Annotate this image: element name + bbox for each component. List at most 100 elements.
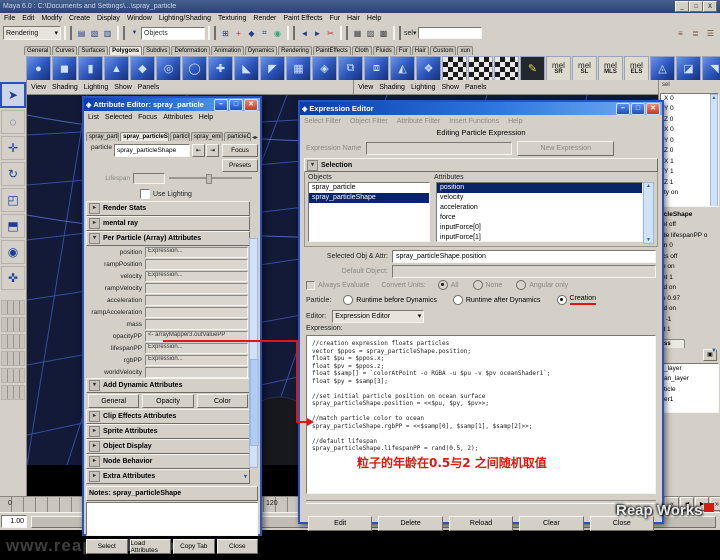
section-extra-attributes[interactable]: ▸Extra Attributes ▾: [86, 469, 250, 484]
playback-speed-field[interactable]: 1.00: [1, 515, 27, 528]
append-polygon-icon[interactable]: ◤: [260, 56, 285, 81]
ee-menu-item[interactable]: Help: [508, 118, 522, 125]
shape-attr-row[interactable]: de lifespanPP o: [659, 231, 720, 242]
layout-four-pane[interactable]: [1, 317, 25, 332]
ae-node-tab[interactable]: spray_emitter: [191, 132, 223, 141]
menu-item[interactable]: Render: [253, 15, 276, 22]
smooth-proxy-icon[interactable]: ◈: [312, 56, 337, 81]
mel-script-sl-icon[interactable]: melSL: [572, 56, 597, 81]
select-hierarchy-icon[interactable]: ▼: [128, 27, 141, 40]
render-view-icon[interactable]: [468, 56, 493, 81]
ppa-field-value[interactable]: Expression...: [145, 343, 248, 354]
ae-tab-scroll-icons[interactable]: ◂▸: [252, 134, 258, 141]
panel-menu-item[interactable]: Shading: [379, 84, 405, 91]
attribute-list-item[interactable]: acceleration: [437, 203, 642, 213]
render-globals-icon[interactable]: ▩: [377, 27, 390, 40]
textured-cube-icon[interactable]: ▦: [286, 56, 311, 81]
menu-item[interactable]: Fur: [330, 15, 341, 22]
menuset-dropdown[interactable]: Rendering▾: [3, 26, 61, 40]
shape-attr-row[interactable]: ht 1: [659, 273, 720, 284]
menu-item[interactable]: Paint Effects: [283, 15, 322, 22]
main-close-button[interactable]: X: [703, 1, 717, 12]
section-clip-effects[interactable]: ▸Clip Effects Attributes: [86, 409, 250, 424]
particle-mode-radio[interactable]: Runtime after Dynamics: [453, 295, 541, 305]
shape-attr-row[interactable]: cs off: [659, 252, 720, 263]
shape-attr-row[interactable]: t -1: [659, 315, 720, 326]
ee-maximize-button[interactable]: □: [631, 103, 645, 115]
expression-editor-titlebar[interactable]: ◈ Expression Editor – □ ✕: [300, 102, 662, 115]
ae-bottom-button[interactable]: Copy Tab: [173, 539, 215, 554]
snap-view-icon[interactable]: ⌗: [258, 27, 271, 40]
attribute-list-item[interactable]: position: [437, 183, 642, 193]
ae-menu-item[interactable]: Help: [199, 114, 213, 121]
shelf-tab[interactable]: Surfaces: [78, 46, 108, 55]
batch-render-icon[interactable]: [442, 56, 467, 81]
ae-bottom-button[interactable]: Load Attributes: [130, 539, 172, 554]
ppa-field-value[interactable]: [145, 295, 248, 306]
poly-sphere-icon[interactable]: ●: [26, 56, 51, 81]
shelf-tab[interactable]: Fluids: [373, 46, 395, 55]
selection-section-header[interactable]: ▾Selection: [304, 158, 658, 172]
ppa-field-value[interactable]: [145, 259, 248, 270]
shelf-tab[interactable]: Dynamics: [245, 46, 277, 55]
node-name-field[interactable]: spray_particleShape: [114, 144, 190, 157]
section-object-display[interactable]: ▸Object Display: [86, 439, 250, 454]
ee-minimize-button[interactable]: –: [616, 103, 630, 115]
menu-item[interactable]: Modify: [41, 15, 62, 22]
selected-attr-field[interactable]: spray_particleShape.position: [392, 250, 656, 263]
attributes-scrollbar[interactable]: ▲▼: [643, 182, 654, 244]
poly-cylinder-icon[interactable]: ▮: [78, 56, 103, 81]
add-attribute-button[interactable]: Color: [197, 394, 248, 408]
panel-menu-item[interactable]: Shading: [52, 84, 78, 91]
shelf-tab[interactable]: PaintEffects: [313, 46, 351, 55]
menu-item[interactable]: Hair: [347, 15, 360, 22]
lasso-select-tool[interactable]: ◌: [1, 110, 25, 134]
split-polygon-icon[interactable]: ✚: [208, 56, 233, 81]
shelf-tab[interactable]: Animation: [211, 46, 244, 55]
custom-tool-b-icon[interactable]: ◪: [676, 56, 701, 81]
panel-menu-item[interactable]: View: [358, 84, 373, 91]
ee-menu-item[interactable]: Attribute Filter: [397, 118, 441, 125]
attribute-editor-titlebar[interactable]: ◈ Attribute Editor: spray_particle – □ ✕: [84, 98, 260, 111]
panel-menu-item[interactable]: Show: [441, 84, 459, 91]
shape-attr-row[interactable]: el off: [659, 220, 720, 231]
shelf-tab[interactable]: Hair: [412, 46, 429, 55]
poly-plane-icon[interactable]: ◆: [130, 56, 155, 81]
snap-grid-icon[interactable]: ⊞: [219, 27, 232, 40]
ppa-field-value[interactable]: Expression...: [145, 271, 248, 282]
snap-point-icon[interactable]: ◆: [245, 27, 258, 40]
rotate-tool[interactable]: ↻: [1, 162, 25, 186]
ae-bottom-button[interactable]: Close: [217, 539, 259, 554]
ppa-field-value[interactable]: Expression...: [145, 247, 248, 258]
list-history-icon[interactable]: ⇤: [192, 144, 205, 157]
wedge-face-icon[interactable]: ◭: [390, 56, 415, 81]
shelf-tab[interactable]: xun: [457, 46, 473, 55]
attribute-list-item[interactable]: inputForce[1]: [437, 233, 642, 242]
mel-script-mls-icon[interactable]: melMLS: [598, 56, 623, 81]
ae-maximize-button[interactable]: □: [229, 99, 243, 111]
menu-item[interactable]: Window: [127, 15, 152, 22]
ee-bottom-button[interactable]: Edit: [308, 516, 372, 531]
ee-bottom-button[interactable]: Delete: [378, 516, 442, 531]
open-scene-icon[interactable]: ▧: [88, 27, 101, 40]
ae-node-tab[interactable]: particle: [170, 132, 190, 141]
construction-history-icon[interactable]: ✂: [324, 27, 337, 40]
mel-script-sr-icon[interactable]: melSR: [546, 56, 571, 81]
presets-button[interactable]: Presets: [222, 159, 258, 172]
object-list-item[interactable]: spray_particle: [309, 183, 429, 193]
shape-attr-row[interactable]: m 0: [659, 241, 720, 252]
ae-close-button[interactable]: ✕: [244, 99, 258, 111]
menu-item[interactable]: Edit: [22, 15, 34, 22]
main-minimize-button[interactable]: _: [675, 1, 689, 12]
object-list-item[interactable]: spray_particleShape: [309, 193, 429, 203]
ae-minimize-button[interactable]: –: [214, 99, 228, 111]
layer-row[interactable]: an_layer: [661, 374, 718, 385]
panel-menu-item[interactable]: Lighting: [84, 84, 109, 91]
selection-mask-field[interactable]: Objects: [141, 27, 205, 40]
ee-bottom-button[interactable]: Clear: [519, 516, 583, 531]
layout-single-pane[interactable]: [1, 300, 25, 315]
notes-area[interactable]: [86, 502, 258, 536]
shape-attr-row[interactable]: it 1: [659, 325, 720, 336]
ae-bottom-button[interactable]: Select: [86, 539, 128, 554]
show-manipulator-tool[interactable]: ✜: [1, 266, 25, 290]
